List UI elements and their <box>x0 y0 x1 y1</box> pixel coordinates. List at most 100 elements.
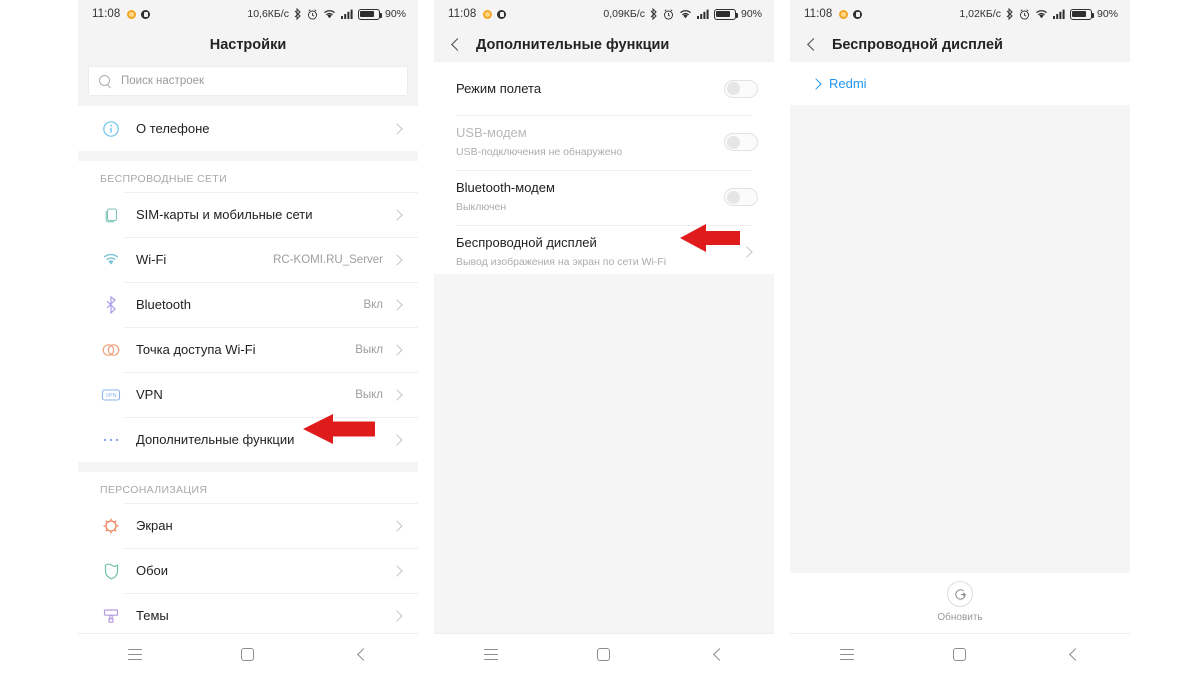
status-time: 11:08 <box>92 8 121 20</box>
nav-home-button[interactable] <box>218 634 278 675</box>
more-dots-icon <box>100 437 122 443</box>
additional-settings-list: Режим полета USB-модем USB-подключения н… <box>434 62 774 633</box>
battery-percent: 90% <box>740 8 762 20</box>
display-icon <box>100 517 122 535</box>
row-label: Точка доступа Wi-Fi <box>136 342 256 357</box>
hotspot-icon <box>100 343 122 357</box>
battery-percent: 90% <box>1096 8 1118 20</box>
row-label: Темы <box>136 608 169 623</box>
row-text: Режим полета <box>456 80 724 98</box>
bluetooth-icon <box>294 8 302 20</box>
status-time: 11:08 <box>804 8 833 20</box>
refresh-button[interactable]: Обновить <box>790 573 1130 633</box>
sidebar-item-wallpaper[interactable]: Обои <box>78 548 418 593</box>
screenshot-stage: 11:08 10,6КБ/c 90% Настройки Поиск настр… <box>0 0 1200 675</box>
empty-area <box>434 274 774 633</box>
chevron-right-icon <box>393 300 402 309</box>
vpn-icon: VPN <box>100 388 122 402</box>
weather-dot-icon <box>839 9 849 19</box>
title-bar: Дополнительные функции <box>434 28 774 62</box>
home-square-icon <box>953 648 967 661</box>
nav-home-button[interactable] <box>930 634 990 675</box>
row-label: Wi-Fi <box>136 252 167 267</box>
section-divider <box>78 151 418 161</box>
search-input[interactable]: Поиск настроек <box>88 66 408 96</box>
chevron-right-icon <box>393 566 402 575</box>
chevron-right-icon <box>393 255 402 264</box>
signal-icon <box>340 9 353 19</box>
row-title: Bluetooth-модем <box>456 179 555 195</box>
app-dot-icon <box>853 9 863 19</box>
chevron-right-icon <box>393 435 402 444</box>
row-label: VPN <box>136 387 163 402</box>
sidebar-item-about-phone[interactable]: О телефоне <box>78 106 418 151</box>
sidebar-item-vpn[interactable]: VPN VPN Выкл <box>78 372 418 417</box>
row-title: Режим полета <box>456 80 542 96</box>
navigation-bar <box>790 633 1130 675</box>
signal-icon <box>696 9 709 19</box>
chevron-right-icon <box>393 390 402 399</box>
annotation-arrow-additional-settings <box>303 414 375 444</box>
wifi-icon <box>679 9 692 20</box>
phone-panel-additional-settings: 11:08 0,09КБ/c 90% Дополнительные функци… <box>434 0 774 675</box>
row-title: USB-модем <box>456 125 527 140</box>
wifi-icon <box>323 9 336 20</box>
chevron-right-icon <box>393 521 402 530</box>
sidebar-item-themes[interactable]: Темы <box>78 593 418 633</box>
device-link-row[interactable]: Redmi <box>790 62 1130 105</box>
setting-row-airplane-mode[interactable]: Режим полета <box>434 62 774 115</box>
status-time: 11:08 <box>448 8 477 20</box>
airplane-mode-toggle[interactable] <box>724 79 758 98</box>
wireless-display-content: Redmi Обновить <box>790 62 1130 633</box>
sidebar-item-bluetooth[interactable]: Bluetooth Вкл <box>78 282 418 327</box>
settings-list: О телефоне БЕСПРОВОДНЫЕ СЕТИ SIM-карты и… <box>78 106 418 633</box>
status-bar: 11:08 10,6КБ/c 90% <box>78 0 418 28</box>
status-bar: 11:08 1,02КБ/c 90% <box>790 0 1130 28</box>
chevron-right-icon <box>393 124 402 133</box>
search-container: Поиск настроек <box>78 62 418 106</box>
nav-menu-button[interactable] <box>105 634 165 675</box>
sidebar-item-hotspot[interactable]: Точка доступа Wi-Fi Выкл <box>78 327 418 372</box>
page-title: Настройки <box>78 28 418 62</box>
navigation-bar <box>434 633 774 675</box>
chevron-right-icon <box>743 247 752 256</box>
section-divider <box>78 462 418 472</box>
setting-row-usb-tethering: USB-модем USB-подключения не обнаружено <box>434 115 774 170</box>
sidebar-item-sim-cards[interactable]: SIM-карты и мобильные сети <box>78 192 418 237</box>
signal-icon <box>1052 9 1065 19</box>
sidebar-item-display[interactable]: Экран <box>78 503 418 548</box>
title-bar: Беспроводной дисплей <box>790 28 1130 62</box>
chevron-right-icon <box>812 79 821 88</box>
nav-back-button[interactable] <box>331 634 391 675</box>
page-title: Дополнительные функции <box>476 37 670 53</box>
chevron-right-icon <box>393 210 402 219</box>
nav-back-button[interactable] <box>687 634 747 675</box>
phone-panel-settings: 11:08 10,6КБ/c 90% Настройки Поиск настр… <box>78 0 418 675</box>
weather-dot-icon <box>127 9 137 19</box>
battery-icon <box>713 8 738 20</box>
row-label: Экран <box>136 518 173 533</box>
nav-menu-button[interactable] <box>817 634 877 675</box>
nav-home-button[interactable] <box>574 634 634 675</box>
row-subtitle: Выключен <box>456 200 507 213</box>
back-chevron-icon[interactable] <box>448 37 464 53</box>
status-right-icons: 1,02КБ/c 90% <box>959 8 1118 20</box>
search-placeholder: Поиск настроек <box>121 75 205 87</box>
row-value: Вкл <box>363 298 383 311</box>
setting-row-bluetooth-tethering[interactable]: Bluetooth-модем Выключен <box>434 169 774 225</box>
bluetooth-tethering-toggle[interactable] <box>724 188 758 207</box>
info-circle-icon <box>100 120 122 138</box>
menu-icon <box>839 649 854 660</box>
row-subtitle: USB-подключения не обнаружено <box>456 146 623 158</box>
refresh-label: Обновить <box>937 612 983 623</box>
back-chevron-icon[interactable] <box>804 37 820 53</box>
row-label: О телефоне <box>136 121 210 136</box>
themes-icon <box>100 607 122 625</box>
nav-menu-button[interactable] <box>461 634 521 675</box>
row-value: Выкл <box>355 343 383 356</box>
nav-back-button[interactable] <box>1043 634 1103 675</box>
sim-card-icon <box>100 206 122 224</box>
row-subtitle: Вывод изображения на экран по сети Wi-Fi <box>456 255 667 268</box>
page-title: Беспроводной дисплей <box>832 37 1003 53</box>
sidebar-item-wifi[interactable]: Wi-Fi RC-KOMI.RU_Server <box>78 237 418 282</box>
